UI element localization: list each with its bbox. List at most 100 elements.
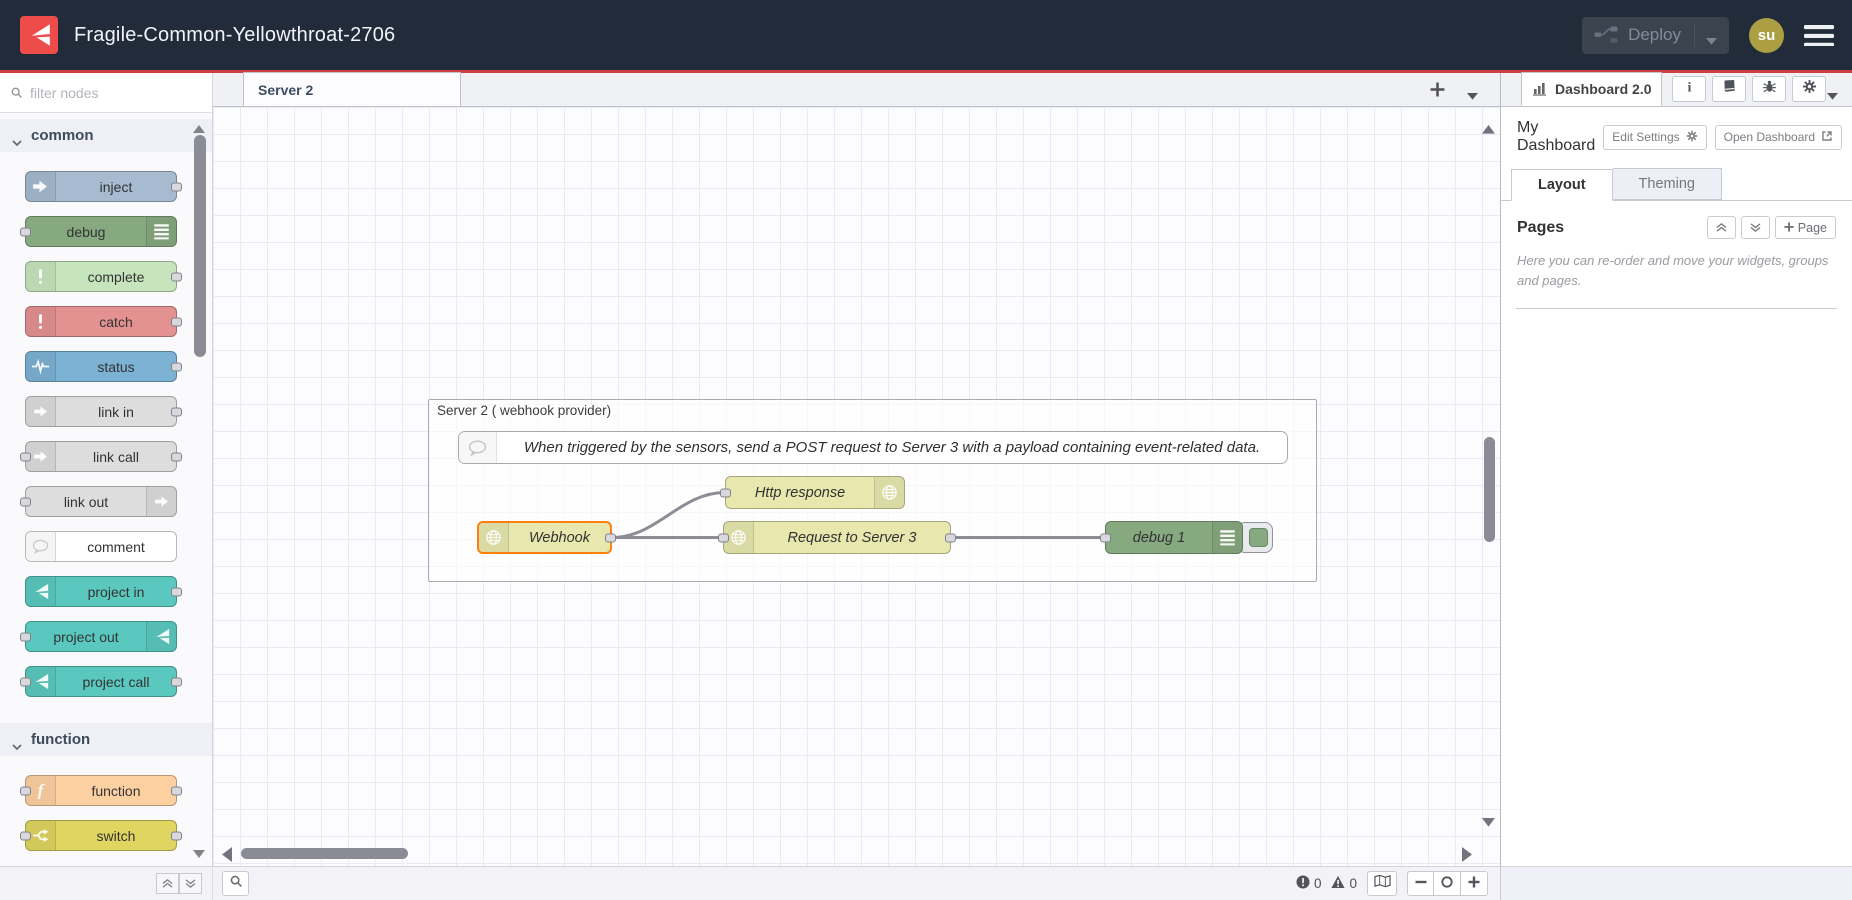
canvas-scroll-right-icon[interactable] [1462,847,1472,860]
palette-node-link-call-output-port[interactable] [171,452,182,461]
palette-node-link-in-output-port[interactable] [171,407,182,416]
flow-node-request-node-body[interactable]: Request to Server 3 [723,521,951,554]
canvas-scroll-left-icon[interactable] [222,847,232,860]
palette-node-switch-output-port[interactable] [171,831,182,840]
zoom-reset-button[interactable] [1434,871,1461,896]
main-menu-icon[interactable] [1804,25,1834,46]
palette-node-link-in-node-body[interactable]: link in [25,396,177,427]
palette-node-link-call-input-port[interactable] [20,452,31,461]
palette-node-project-out-node-body[interactable]: project out [25,621,177,652]
palette-node-complete[interactable]: complete [25,261,177,292]
flow-tab-server-2[interactable]: Server 2 [243,72,461,106]
flow-node-debug1-input-port[interactable] [1100,533,1111,542]
canvas-scroll-up-icon[interactable] [1482,121,1495,131]
palette-scroll-up-icon[interactable] [193,120,205,129]
palette-node-debug-input-port[interactable] [20,227,31,236]
palette-collapse-button[interactable] [156,873,179,894]
palette-node-project-in-output-port[interactable] [171,587,182,596]
warning-count[interactable]: 0 [1331,875,1357,892]
flow-canvas[interactable]: Server 2 ( webhook provider) When trigge… [213,107,1500,866]
deploy-button[interactable]: Deploy [1582,17,1729,54]
flow-node-request-output-port[interactable] [945,533,956,542]
error-count[interactable]: 0 [1296,875,1322,892]
palette-category-common[interactable]: common [0,119,212,152]
add-page-button[interactable]: Page [1775,216,1836,239]
flow-node-debug1-node-body[interactable]: debug 1 [1105,521,1243,554]
open-dashboard-button[interactable]: Open Dashboard [1715,125,1842,150]
navigator-button[interactable] [1367,871,1397,896]
flow-node-http-response-node-body[interactable]: Http response [725,476,905,509]
palette-node-project-call-input-port[interactable] [20,677,31,686]
palette-node-status[interactable]: status [25,351,177,382]
comment-node[interactable]: When triggered by the sensors, send a PO… [458,431,1288,464]
wire-webhook-to-http_response[interactable] [612,493,725,538]
canvas-scroll-down-icon[interactable] [1482,814,1495,824]
edit-settings-button[interactable]: Edit Settings [1603,125,1706,150]
palette-node-project-call[interactable]: project call [25,666,177,697]
flow-node-debug1[interactable]: debug 1 [1105,521,1243,554]
flow-list-caret-icon[interactable] [1467,87,1478,94]
palette-scrollbar-thumb[interactable] [194,135,206,357]
palette-node-link-out-input-port[interactable] [20,497,31,506]
palette-node-function-input-port[interactable] [20,786,31,795]
zoom-in-button[interactable] [1461,871,1488,896]
palette-node-complete-output-port[interactable] [171,272,182,281]
canvas-hscrollbar-thumb[interactable] [241,848,408,859]
palette-node-switch-input-port[interactable] [20,831,31,840]
palette-node-catch-node-body[interactable]: catch [25,306,177,337]
palette-node-comment[interactable]: comment [25,531,177,562]
add-flow-icon[interactable] [1430,82,1445,97]
palette-node-link-call-node-body[interactable]: link call [25,441,177,472]
palette-node-link-call[interactable]: link call [25,441,177,472]
config-tab-button[interactable] [1792,76,1826,102]
palette-search[interactable] [0,73,212,113]
palette-node-link-out[interactable]: link out [25,486,177,517]
palette-filter-input[interactable] [30,85,170,101]
deploy-caret-icon[interactable] [1706,32,1717,39]
palette-node-catch[interactable]: catch [25,306,177,337]
flow-node-http-response[interactable]: Http response [725,476,905,509]
palette-node-switch[interactable]: switch [25,820,177,851]
flow-node-http-response-input-port[interactable] [720,488,731,497]
palette-node-project-call-output-port[interactable] [171,677,182,686]
expand-all-button[interactable] [1741,216,1770,239]
palette-node-inject-node-body[interactable]: inject [25,171,177,202]
palette-node-status-node-body[interactable]: status [25,351,177,382]
palette-node-function-output-port[interactable] [171,786,182,795]
palette-node-inject[interactable]: inject [25,171,177,202]
flow-node-webhook-node-body[interactable]: Webhook [477,521,612,554]
collapse-all-button[interactable] [1707,216,1736,239]
flow-node-request-input-port[interactable] [718,533,729,542]
palette-node-project-in[interactable]: project in [25,576,177,607]
palette-node-complete-node-body[interactable]: complete [25,261,177,292]
sidebar-caret-icon[interactable] [1827,87,1838,94]
canvas-search-button[interactable] [222,871,249,896]
palette-node-link-in[interactable]: link in [25,396,177,427]
canvas-vscrollbar-thumb[interactable] [1484,437,1495,542]
palette-node-project-out-input-port[interactable] [20,632,31,641]
palette-category-function[interactable]: function [0,723,212,756]
flow-node-webhook-output-port[interactable] [605,533,616,542]
tab-theming[interactable]: Theming [1613,168,1722,200]
palette-node-project-out[interactable]: project out [25,621,177,652]
flow-node-webhook[interactable]: Webhook [477,521,612,554]
palette-node-debug-node-body[interactable]: debug [25,216,177,247]
debug-tab-button[interactable] [1752,76,1786,102]
tab-layout[interactable]: Layout [1511,169,1613,201]
palette-scroll-down-icon[interactable] [193,845,205,854]
palette-node-project-call-node-body[interactable]: project call [25,666,177,697]
palette-node-status-output-port[interactable] [171,362,182,371]
palette-expand-button[interactable] [179,873,202,894]
zoom-out-button[interactable] [1407,871,1434,896]
info-tab-button[interactable]: i [1672,76,1706,102]
palette-node-inject-output-port[interactable] [171,182,182,191]
help-tab-button[interactable] [1712,76,1746,102]
palette-node-project-in-node-body[interactable]: project in [25,576,177,607]
user-avatar[interactable]: su [1749,18,1784,53]
palette-node-debug[interactable]: debug [25,216,177,247]
palette-node-catch-output-port[interactable] [171,317,182,326]
flow-node-request[interactable]: Request to Server 3 [723,521,951,554]
palette-node-function-node-body[interactable]: ffunction [25,775,177,806]
tab-dashboard-2[interactable]: Dashboard 2.0 [1521,72,1662,106]
palette-node-switch-node-body[interactable]: switch [25,820,177,851]
